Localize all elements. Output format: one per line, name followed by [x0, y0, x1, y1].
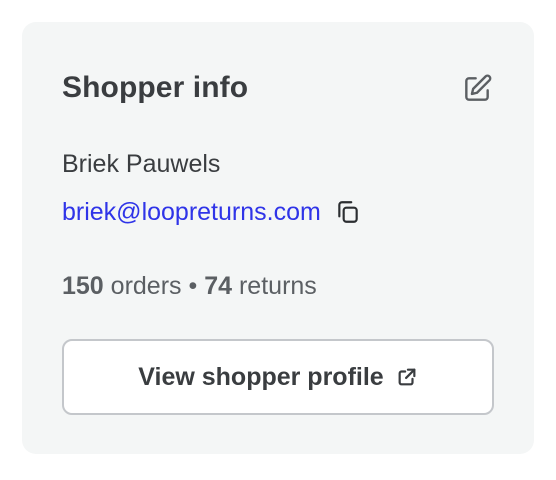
copy-email-button[interactable] [333, 197, 363, 227]
shopper-email-link[interactable]: briek@loopreturns.com [62, 196, 321, 228]
copy-icon [338, 201, 358, 223]
shopper-name: Briek Pauwels [62, 150, 221, 178]
edit-icon [465, 74, 492, 101]
edit-button[interactable] [458, 70, 496, 108]
external-link-icon [396, 366, 418, 388]
returns-count: 74 [204, 272, 233, 300]
email-row: briek@loopreturns.com [62, 196, 363, 228]
orders-label: orders [110, 272, 182, 300]
orders-count: 150 [62, 272, 104, 300]
card-title: Shopper info [62, 71, 249, 104]
view-shopper-profile-label: View shopper profile [138, 362, 384, 391]
stats-separator: • [188, 272, 198, 300]
returns-label: returns [238, 272, 317, 300]
order-stats: 150 orders • 74 returns [62, 270, 317, 302]
shopper-info-card: Shopper info Briek Pauwels briek@loopret… [22, 22, 534, 454]
view-shopper-profile-button[interactable]: View shopper profile [62, 339, 494, 415]
